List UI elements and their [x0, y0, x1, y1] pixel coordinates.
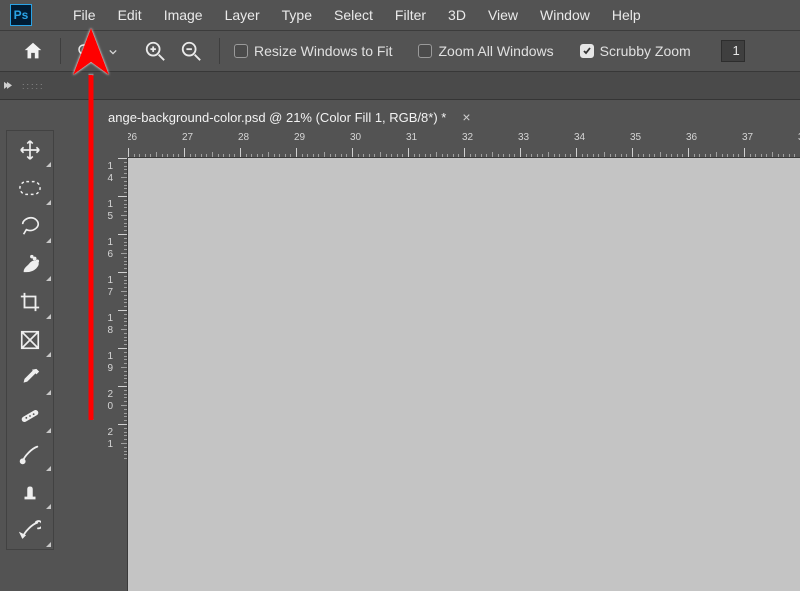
- menu-edit[interactable]: Edit: [107, 0, 153, 30]
- clone-stamp-tool[interactable]: [7, 473, 53, 511]
- slice-frame-tool[interactable]: [7, 321, 53, 359]
- ruler-tick: 20: [100, 386, 128, 424]
- zoom-out-button[interactable]: [177, 37, 205, 65]
- tool-strip: [6, 130, 54, 550]
- menu-select[interactable]: Select: [323, 0, 384, 30]
- home-button[interactable]: [20, 38, 46, 64]
- expand-panels-icon[interactable]: ▸▸: [4, 78, 10, 93]
- move-tool[interactable]: [7, 131, 53, 169]
- checkbox-icon: [234, 44, 248, 58]
- checkbox-icon: [418, 44, 432, 58]
- menu-layer[interactable]: Layer: [214, 0, 271, 30]
- zoom-in-button[interactable]: [141, 37, 169, 65]
- vertical-ruler[interactable]: 1415161718192021: [100, 158, 128, 591]
- ruler-tick: 32: [464, 132, 520, 158]
- menu-bar: Ps File Edit Image Layer Type Select Fil…: [0, 0, 800, 30]
- menu-3d[interactable]: 3D: [437, 0, 477, 30]
- ruler-tick: 29: [296, 132, 352, 158]
- ruler-tick: 31: [408, 132, 464, 158]
- spot-heal-tool[interactable]: [7, 397, 53, 435]
- ruler-tick: 34: [576, 132, 632, 158]
- ruler-tick: 18: [100, 310, 128, 348]
- separator: [219, 38, 220, 64]
- brush-tool[interactable]: [7, 435, 53, 473]
- document-tab[interactable]: ange-background-color.psd @ 21% (Color F…: [100, 104, 481, 130]
- flyout-icon: [46, 276, 51, 281]
- panel-grip-icon: :::::: [22, 81, 45, 91]
- menu-image[interactable]: Image: [153, 0, 214, 30]
- tool-preset-chevron[interactable]: [103, 44, 117, 59]
- ruler-tick: 36: [688, 132, 744, 158]
- separator: [60, 38, 61, 64]
- rect-marquee-tool[interactable]: [7, 169, 53, 207]
- ruler-tick: 15: [100, 196, 128, 234]
- history-brush-tool[interactable]: [7, 511, 53, 549]
- horizontal-ruler[interactable]: 26272829303132333435363738: [128, 132, 800, 158]
- ruler-tick: 35: [632, 132, 688, 158]
- flyout-icon: [46, 352, 51, 357]
- flyout-icon: [46, 504, 51, 509]
- ruler-tick: 21: [100, 424, 128, 462]
- menu-help[interactable]: Help: [601, 0, 652, 30]
- brush-quick-select-tool[interactable]: [7, 245, 53, 283]
- ruler-tick: 27: [184, 132, 240, 158]
- menu-filter[interactable]: Filter: [384, 0, 437, 30]
- flyout-icon: [46, 200, 51, 205]
- current-tool-thumb[interactable]: [75, 41, 95, 61]
- eyedropper-tool[interactable]: [7, 359, 53, 397]
- menu-type[interactable]: Type: [271, 0, 323, 30]
- resize-windows-label: Resize Windows to Fit: [254, 43, 392, 59]
- zoom-all-checkbox[interactable]: Zoom All Windows: [418, 43, 553, 59]
- ruler-tick: 30: [352, 132, 408, 158]
- canvas[interactable]: [128, 158, 800, 591]
- document-tab-title: ange-background-color.psd @ 21% (Color F…: [108, 110, 446, 125]
- app-icon: Ps: [10, 4, 32, 26]
- zoom-all-label: Zoom All Windows: [438, 43, 553, 59]
- flyout-icon: [46, 314, 51, 319]
- resize-windows-checkbox[interactable]: Resize Windows to Fit: [234, 43, 392, 59]
- scrubby-zoom-label: Scrubby Zoom: [600, 43, 691, 59]
- crop-tool[interactable]: [7, 283, 53, 321]
- flyout-icon: [46, 428, 51, 433]
- ruler-tick: 17: [100, 272, 128, 310]
- close-tab-icon[interactable]: ×: [462, 109, 470, 125]
- zoom-percent-field[interactable]: 1: [721, 40, 745, 62]
- ruler-tick: 16: [100, 234, 128, 272]
- menu-view[interactable]: View: [477, 0, 529, 30]
- scrubby-zoom-checkbox[interactable]: Scrubby Zoom: [580, 43, 691, 59]
- flyout-icon: [46, 542, 51, 547]
- ruler-tick: 33: [520, 132, 576, 158]
- collapsed-panel-strip[interactable]: ▸▸ :::::: [0, 72, 800, 100]
- ruler-tick: 26: [128, 132, 184, 158]
- ruler-tick: 14: [100, 158, 128, 196]
- flyout-icon: [46, 390, 51, 395]
- ruler-tick: 37: [744, 132, 800, 158]
- document-viewport: 26272829303132333435363738 1415161718192…: [100, 132, 800, 591]
- menu-window[interactable]: Window: [529, 0, 601, 30]
- options-bar: Resize Windows to Fit Zoom All Windows S…: [0, 30, 800, 72]
- ruler-tick: 28: [240, 132, 296, 158]
- checkbox-icon: [580, 44, 594, 58]
- ruler-tick: 19: [100, 348, 128, 386]
- flyout-icon: [46, 466, 51, 471]
- lasso-tool[interactable]: [7, 207, 53, 245]
- menu-file[interactable]: File: [62, 0, 107, 30]
- flyout-icon: [46, 238, 51, 243]
- flyout-icon: [46, 162, 51, 167]
